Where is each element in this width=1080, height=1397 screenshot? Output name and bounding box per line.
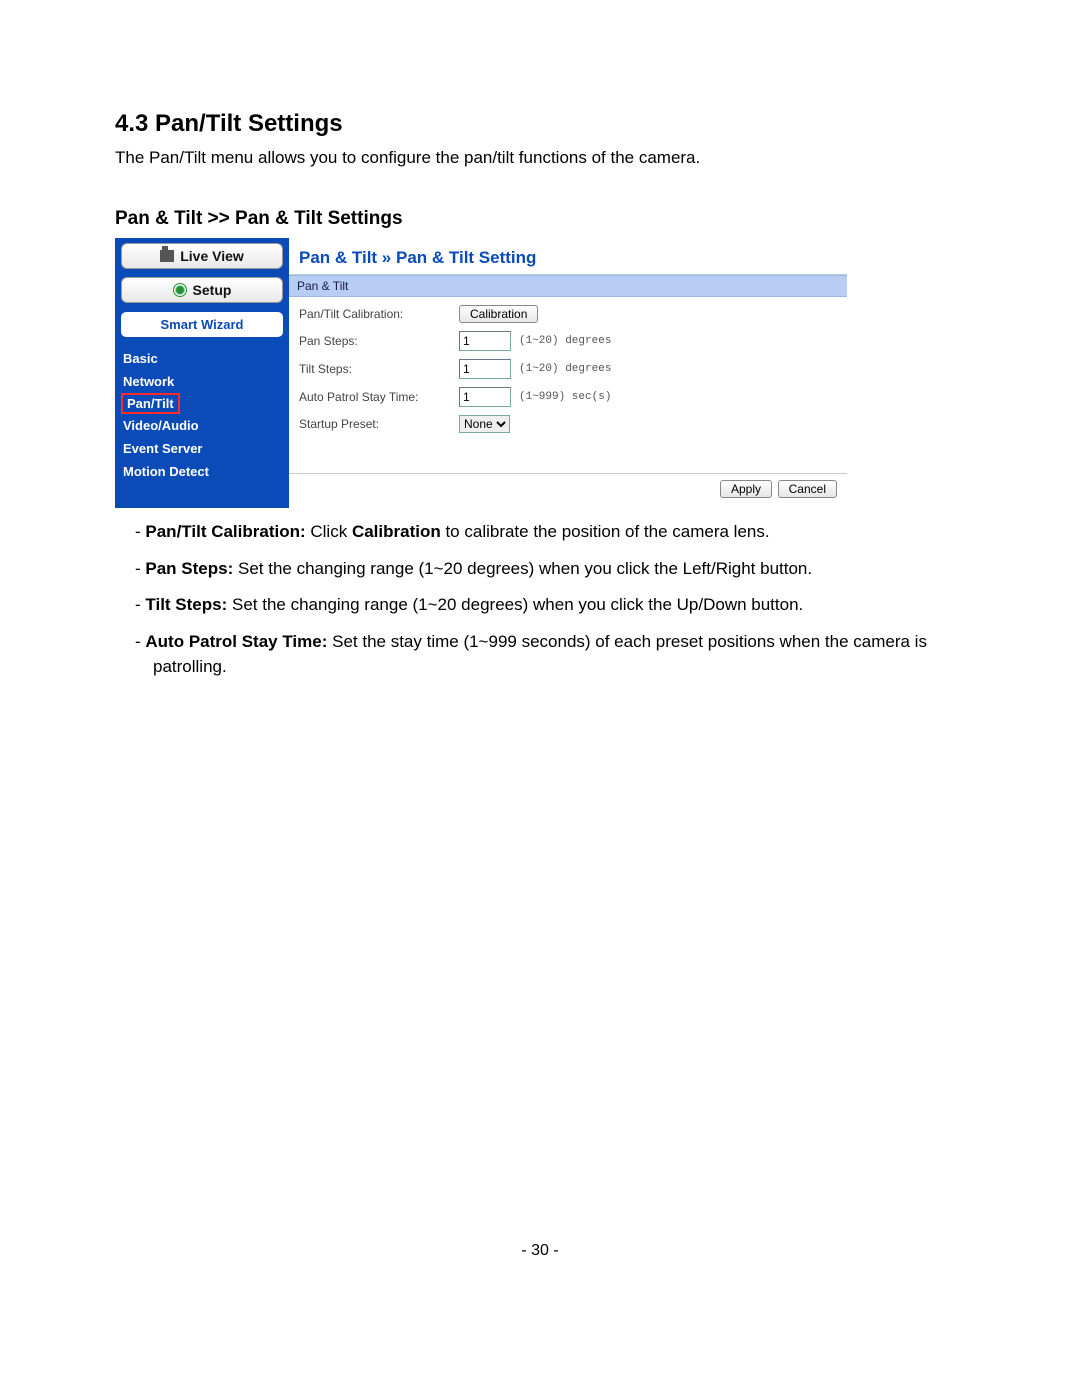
calibration-label: Pan/Tilt Calibration: bbox=[299, 307, 459, 321]
list-item: Tilt Steps: Set the changing range (1~20… bbox=[135, 593, 965, 618]
tilt-steps-input[interactable] bbox=[459, 359, 511, 379]
breadcrumb: Pan & Tilt » Pan & Tilt Setting bbox=[289, 238, 847, 275]
sidebar-item-pantilt[interactable]: Pan/Tilt bbox=[121, 393, 180, 414]
smart-wizard-button[interactable]: Smart Wizard bbox=[121, 312, 283, 337]
calibration-button[interactable]: Calibration bbox=[459, 305, 538, 323]
pan-steps-hint: (1~20) degrees bbox=[519, 335, 611, 347]
setup-label: Setup bbox=[193, 282, 232, 298]
live-view-label: Live View bbox=[180, 248, 244, 264]
list-item: Pan/Tilt Calibration: Click Calibration … bbox=[135, 520, 965, 545]
section-title: 4.3 Pan/Tilt Settings bbox=[115, 110, 965, 138]
setup-button[interactable]: Setup bbox=[121, 277, 283, 303]
sidebar-item-videoaudio[interactable]: Video/Audio bbox=[115, 414, 289, 437]
tilt-steps-label: Tilt Steps: bbox=[299, 362, 459, 376]
sidebar-item-eventserver[interactable]: Event Server bbox=[115, 437, 289, 460]
settings-screenshot: Live View Setup Smart Wizard Basic Netwo… bbox=[115, 238, 847, 508]
content-panel: Pan & Tilt » Pan & Tilt Setting Pan & Ti… bbox=[289, 238, 847, 508]
pan-steps-label: Pan Steps: bbox=[299, 334, 459, 348]
auto-patrol-label: Auto Patrol Stay Time: bbox=[299, 390, 459, 404]
subsection-title: Pan & Tilt >> Pan & Tilt Settings bbox=[115, 208, 965, 230]
live-view-button[interactable]: Live View bbox=[121, 243, 283, 269]
apply-button[interactable]: Apply bbox=[720, 480, 772, 498]
section-bar: Pan & Tilt bbox=[289, 275, 847, 297]
sidebar-item-basic[interactable]: Basic bbox=[115, 347, 289, 370]
pan-steps-input[interactable] bbox=[459, 331, 511, 351]
page-number: - 30 - bbox=[0, 1242, 1080, 1260]
sidebar-item-network[interactable]: Network bbox=[115, 370, 289, 393]
intro-text: The Pan/Tilt menu allows you to configur… bbox=[115, 148, 965, 168]
startup-preset-select[interactable]: None bbox=[459, 415, 510, 433]
gear-icon bbox=[173, 283, 187, 297]
list-item: Pan Steps: Set the changing range (1~20 … bbox=[135, 557, 965, 582]
auto-patrol-hint: (1~999) sec(s) bbox=[519, 391, 611, 403]
sidebar-item-motiondetect[interactable]: Motion Detect bbox=[115, 460, 289, 483]
camera-icon bbox=[160, 250, 174, 262]
tilt-steps-hint: (1~20) degrees bbox=[519, 363, 611, 375]
list-item: Auto Patrol Stay Time: Set the stay time… bbox=[135, 630, 965, 679]
sidebar: Live View Setup Smart Wizard Basic Netwo… bbox=[115, 238, 289, 508]
auto-patrol-input[interactable] bbox=[459, 387, 511, 407]
startup-preset-label: Startup Preset: bbox=[299, 417, 459, 431]
cancel-button[interactable]: Cancel bbox=[778, 480, 837, 498]
description-list: Pan/Tilt Calibration: Click Calibration … bbox=[115, 520, 965, 679]
